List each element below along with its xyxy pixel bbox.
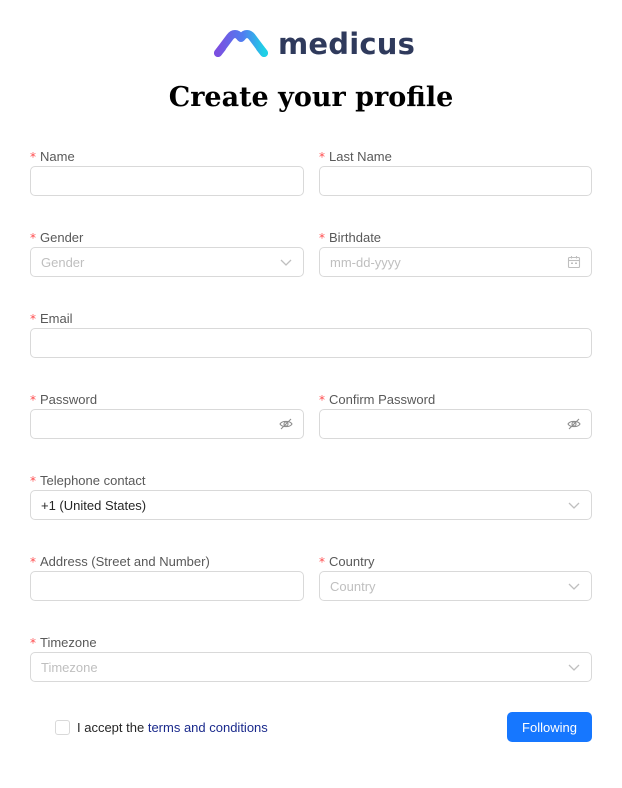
timezone-placeholder: Timezone: [41, 659, 98, 675]
timezone-field: * Timezone Timezone: [30, 634, 592, 690]
chevron-down-icon: [567, 579, 581, 593]
medicus-logo-icon: [214, 30, 268, 57]
brand-logo: medicus: [210, 26, 415, 62]
required-mark: *: [319, 393, 325, 407]
confirm-password-label: * Confirm Password: [319, 392, 436, 407]
timezone-select[interactable]: Timezone: [30, 652, 592, 682]
email-field: * Email: [30, 310, 592, 366]
birthdate-placeholder: mm-dd-yyyy: [330, 254, 401, 270]
chevron-down-icon: [279, 255, 293, 269]
eye-invisible-icon[interactable]: [279, 417, 293, 431]
gender-label: * Gender: [30, 230, 84, 245]
name-field: * Name: [30, 148, 304, 204]
country-select[interactable]: Country: [319, 571, 592, 601]
page-title: Create your profile: [168, 82, 454, 113]
required-mark: *: [30, 393, 36, 407]
email-input[interactable]: [30, 328, 592, 358]
address-field: * Address (Street and Number): [30, 553, 304, 609]
birthdate-label: * Birthdate: [319, 230, 382, 245]
required-mark: *: [319, 231, 325, 245]
email-label: * Email: [30, 311, 73, 326]
terms-acceptance-text: I accept the terms and conditions: [77, 720, 268, 735]
country-label: * Country: [319, 554, 375, 569]
name-input[interactable]: [30, 166, 304, 196]
required-mark: *: [30, 231, 36, 245]
timezone-label: * Timezone: [30, 635, 97, 650]
last-name-field: * Last Name: [319, 148, 592, 204]
address-input[interactable]: [30, 571, 304, 601]
password-field: * Password: [30, 391, 304, 447]
brand-name: medicus: [278, 27, 416, 61]
eye-invisible-icon[interactable]: [567, 417, 581, 431]
terms-link[interactable]: terms and conditions: [148, 720, 268, 735]
calendar-icon[interactable]: [567, 255, 581, 269]
country-field: * Country Country: [319, 553, 592, 609]
birthdate-picker[interactable]: mm-dd-yyyy: [319, 247, 592, 277]
telephone-value: +1 (United States): [41, 497, 147, 513]
gender-placeholder: Gender: [41, 254, 85, 270]
required-mark: *: [30, 555, 36, 569]
chevron-down-icon: [567, 660, 581, 674]
birthdate-field: * Birthdate mm-dd-yyyy: [319, 229, 592, 285]
country-placeholder: Country: [330, 578, 376, 594]
required-mark: *: [30, 474, 36, 488]
gender-field: * Gender Gender: [30, 229, 304, 285]
following-button[interactable]: Following: [507, 712, 592, 742]
telephone-field: * Telephone contact +1 (United States): [30, 472, 592, 528]
confirm-password-input[interactable]: [319, 409, 592, 439]
required-mark: *: [319, 150, 325, 164]
telephone-label: * Telephone contact: [30, 473, 146, 488]
required-mark: *: [30, 636, 36, 650]
telephone-country-select[interactable]: +1 (United States): [30, 490, 592, 520]
required-mark: *: [30, 150, 36, 164]
address-label: * Address (Street and Number): [30, 554, 210, 569]
name-label: * Name: [30, 149, 75, 164]
confirm-password-field: * Confirm Password: [319, 391, 592, 447]
last-name-input[interactable]: [319, 166, 592, 196]
password-input[interactable]: [30, 409, 304, 439]
chevron-down-icon: [567, 498, 581, 512]
terms-checkbox[interactable]: [55, 720, 70, 735]
required-mark: *: [30, 312, 36, 326]
last-name-label: * Last Name: [319, 149, 392, 164]
required-mark: *: [319, 555, 325, 569]
password-label: * Password: [30, 392, 98, 407]
gender-select[interactable]: Gender: [30, 247, 304, 277]
